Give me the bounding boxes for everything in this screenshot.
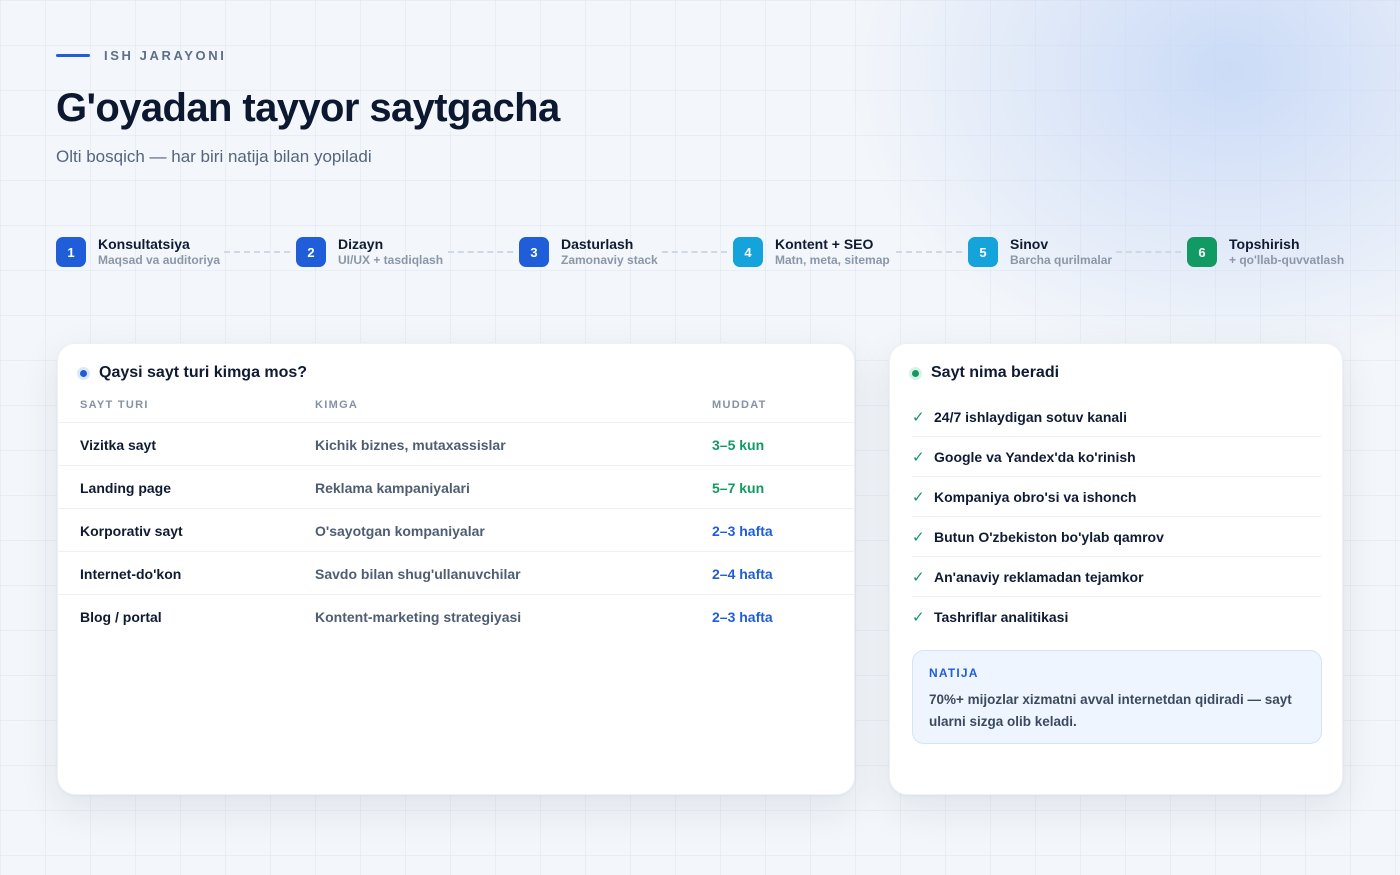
step-number-badge: 5 — [968, 237, 998, 267]
duration-cell: 3–5 kun — [712, 437, 765, 453]
page-subtitle: Olti bosqich — har biri natija bilan yop… — [56, 147, 372, 166]
step-2: 2 Dizayn UI/UX + tasdiqlash — [296, 236, 443, 268]
check-icon: ✓ — [912, 609, 925, 626]
step-number-badge: 4 — [733, 237, 763, 267]
check-icon: ✓ — [912, 488, 925, 506]
column-header-type: SAYT TURI — [80, 399, 149, 411]
check-icon: ✓ — [912, 568, 925, 586]
green-dot-icon — [909, 366, 922, 380]
benefit-text: Kompaniya obro'si va ishonch — [934, 488, 1137, 505]
step-connector — [224, 251, 290, 253]
step-connector — [1116, 251, 1181, 253]
step-5: 5 Sinov Barcha qurilmalar — [968, 236, 1112, 268]
step-subtitle: UI/UX + tasdiqlash — [338, 253, 444, 267]
step-title: Konsultatsiya — [98, 236, 190, 252]
eyebrow-line — [56, 54, 90, 57]
site-type-cell: Blog / portal — [80, 609, 162, 625]
step-number-badge: 3 — [519, 237, 549, 267]
list-item: ✓ An'anaviy reklamadan tejamkor — [912, 557, 1321, 597]
check-icon: ✓ — [912, 448, 925, 466]
benefits-card: Sayt nima beradi ✓ 24/7 ishlaydigan sotu… — [889, 343, 1343, 795]
card-title: Qaysi sayt turi kimga mos? — [99, 364, 308, 381]
site-type-cell: Vizitka sayt — [80, 437, 157, 453]
site-type-cell: Landing page — [80, 480, 171, 496]
table-row: Landing page Reklama kampaniyalari 5–7 k… — [58, 466, 854, 509]
blue-dot-icon — [77, 366, 90, 380]
result-label: NATIJA — [929, 666, 979, 680]
check-icon: ✓ — [912, 528, 925, 546]
check-icon: ✓ — [912, 408, 925, 426]
list-item: ✓ Butun O'zbekiston bo'ylab qamrov — [912, 517, 1321, 557]
result-callout: NATIJA 70%+ mijozlar xizmatni avval inte… — [912, 650, 1322, 744]
step-title: Dizayn — [338, 236, 384, 252]
step-4: 4 Kontent + SEO Matn, meta, sitemap — [733, 236, 890, 268]
table-row: Blog / portal Kontent-marketing strategi… — [58, 595, 854, 638]
benefit-text: 24/7 ishlaydigan sotuv kanali — [934, 408, 1127, 425]
audience-cell: Kontent-marketing strategiyasi — [315, 609, 522, 625]
step-6: 6 Topshirish + qo'llab-quvvatlash — [1187, 236, 1344, 268]
duration-cell: 2–3 hafta — [712, 523, 773, 539]
column-header-duration: MUDDAT — [712, 399, 767, 411]
site-type-cell: Korporativ sayt — [80, 523, 183, 539]
site-type-cell: Internet-do'kon — [80, 566, 182, 582]
step-title: Topshirish — [1229, 236, 1300, 252]
table-header: SAYT TURI KIMGA MUDDAT — [58, 399, 854, 423]
process-steps: 1 Konsultatsiya Maqsad va auditoriya 2 D… — [56, 236, 1344, 270]
duration-cell: 2–3 hafta — [712, 609, 773, 625]
audience-cell: Kichik biznes, mutaxassislar — [315, 437, 506, 453]
step-title: Dasturlash — [561, 236, 634, 252]
step-1: 1 Konsultatsiya Maqsad va auditoriya — [56, 236, 220, 268]
page-title: G'oyadan tayyor saytgacha — [56, 86, 560, 130]
step-connector — [896, 251, 962, 253]
list-item: ✓ Kompaniya obro'si va ishonch — [912, 477, 1321, 517]
table-row: Korporativ sayt O'sayotgan kompaniyalar … — [58, 509, 854, 552]
step-number-badge: 1 — [56, 237, 86, 267]
step-number-badge: 6 — [1187, 237, 1217, 267]
step-subtitle: + qo'llab-quvvatlash — [1229, 253, 1345, 267]
duration-cell: 2–4 hafta — [712, 566, 773, 582]
card-title: Sayt nima beradi — [931, 364, 1060, 381]
table-row: Internet-do'kon Savdo bilan shug'ullanuv… — [58, 552, 854, 595]
audience-cell: O'sayotgan kompaniyalar — [315, 523, 485, 539]
step-subtitle: Barcha qurilmalar — [1010, 253, 1113, 267]
step-subtitle: Zamonaviy stack — [561, 253, 658, 267]
audience-cell: Savdo bilan shug'ullanuvchilar — [315, 566, 521, 582]
benefits-list: ✓ 24/7 ishlaydigan sotuv kanali ✓ Google… — [912, 397, 1321, 637]
step-title: Kontent + SEO — [775, 236, 874, 252]
step-subtitle: Maqsad va auditoriya — [98, 253, 221, 267]
step-connector — [662, 251, 727, 253]
card-header: Sayt nima beradi — [909, 364, 1059, 382]
step-number-badge: 2 — [296, 237, 326, 267]
list-item: ✓ 24/7 ishlaydigan sotuv kanali — [912, 397, 1321, 437]
duration-cell: 5–7 kun — [712, 480, 765, 496]
list-item: ✓ Google va Yandex'da ko'rinish — [912, 437, 1321, 477]
step-3: 3 Dasturlash Zamonaviy stack — [519, 236, 658, 268]
list-item: ✓ Tashriflar analitikasi — [912, 597, 1321, 637]
benefit-text: An'anaviy reklamadan tejamkor — [934, 568, 1144, 585]
column-header-audience: KIMGA — [315, 399, 359, 411]
result-text: 70%+ mijozlar xizmatni avval internetdan… — [929, 692, 1292, 729]
audience-cell: Reklama kampaniyalari — [315, 480, 470, 496]
card-header: Qaysi sayt turi kimga mos? — [77, 364, 307, 382]
benefit-text: Google va Yandex'da ko'rinish — [934, 448, 1136, 465]
step-title: Sinov — [1010, 236, 1049, 252]
benefit-text: Butun O'zbekiston bo'ylab qamrov — [934, 528, 1164, 545]
step-subtitle: Matn, meta, sitemap — [775, 253, 890, 267]
section-eyebrow: ISH JARAYONI — [56, 48, 226, 63]
site-types-card: Qaysi sayt turi kimga mos? SAYT TURI KIM… — [57, 343, 855, 795]
benefit-text: Tashriflar analitikasi — [934, 609, 1069, 625]
table-row: Vizitka sayt Kichik biznes, mutaxassisla… — [58, 423, 854, 466]
step-connector — [448, 251, 513, 253]
eyebrow-text: ISH JARAYONI — [104, 48, 227, 63]
